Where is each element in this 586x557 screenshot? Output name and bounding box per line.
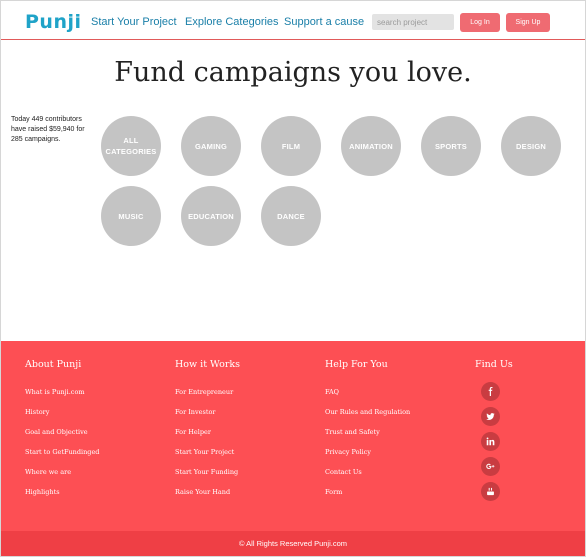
footer-link[interactable]: Contact Us: [325, 467, 410, 487]
category-label: EDUCATION: [188, 211, 234, 221]
logo[interactable]: Punji: [25, 11, 82, 33]
category-education[interactable]: EDUCATION: [181, 186, 241, 246]
category-label: GAMING: [194, 141, 228, 151]
twitter-icon[interactable]: [481, 407, 500, 426]
search-input[interactable]: [372, 14, 454, 30]
category-label: MUSIC: [118, 211, 144, 221]
category-animation[interactable]: ANIMATION: [341, 116, 401, 176]
footer-link[interactable]: FAQ: [325, 387, 410, 407]
footer-link[interactable]: For Investor: [175, 407, 240, 427]
category-label: DANCE: [277, 211, 305, 221]
category-design[interactable]: DESIGN: [501, 116, 561, 176]
category-gaming[interactable]: GAMING: [181, 116, 241, 176]
page: Punji Start Your Project Explore Categor…: [0, 0, 586, 557]
category-music[interactable]: MUSIC: [101, 186, 161, 246]
copyright-bar: © All Rights Reserved Punji.com: [1, 531, 585, 556]
category-all[interactable]: ALL CATEGORIES: [101, 116, 161, 176]
footer-heading: Find Us: [475, 359, 513, 370]
footer-link[interactable]: Raise Your Hand: [175, 487, 240, 507]
login-button[interactable]: Log In: [460, 13, 500, 32]
footer-help: Help For You FAQ Our Rules and Regulatio…: [325, 359, 410, 507]
footer-link[interactable]: For Helper: [175, 427, 240, 447]
footer-about: About Punji What is Punji.com History Go…: [25, 359, 99, 507]
signup-button[interactable]: Sign Up: [506, 13, 550, 32]
footer-how: How it Works For Entrepreneur For Invest…: [175, 359, 240, 507]
category-label: DESIGN: [516, 141, 546, 151]
nav-explore-categories[interactable]: Explore Categories: [185, 16, 279, 28]
footer-link[interactable]: Start to GetFundinged: [25, 447, 99, 467]
footer-link[interactable]: Start Your Project: [175, 447, 240, 467]
footer-link[interactable]: For Entrepreneur: [175, 387, 240, 407]
category-label: ALL CATEGORIES: [105, 136, 157, 156]
footer-link[interactable]: Trust and Safety: [325, 427, 410, 447]
footer-link[interactable]: History: [25, 407, 99, 427]
linkedin-icon[interactable]: [481, 432, 500, 451]
nav-start-project[interactable]: Start Your Project: [91, 16, 177, 28]
category-dance[interactable]: DANCE: [261, 186, 321, 246]
category-label: ANIMATION: [349, 141, 393, 151]
youtube-icon[interactable]: [481, 482, 500, 501]
footer-link[interactable]: What is Punji.com: [25, 387, 99, 407]
footer-link[interactable]: Our Rules and Regulation: [325, 407, 410, 427]
footer-link[interactable]: Start Your Funding: [175, 467, 240, 487]
footer-link[interactable]: Form: [325, 487, 410, 507]
footer-link[interactable]: Highlights: [25, 487, 99, 507]
footer: About Punji What is Punji.com History Go…: [1, 341, 585, 531]
footer-heading: How it Works: [175, 359, 241, 370]
facebook-icon[interactable]: [481, 382, 500, 401]
page-title: Fund campaigns you love.: [114, 57, 472, 88]
stats-text: Today 449 contributors have raised $59,9…: [11, 116, 85, 143]
footer-heading: About Punji: [25, 359, 82, 370]
google-plus-icon[interactable]: [481, 457, 500, 476]
category-sports[interactable]: SPORTS: [421, 116, 481, 176]
nav-support-cause[interactable]: Support a cause: [284, 16, 364, 28]
category-label: FILM: [281, 141, 301, 151]
category-film[interactable]: FILM: [261, 116, 321, 176]
footer-link[interactable]: Privacy Policy: [325, 447, 410, 467]
category-label: SPORTS: [434, 141, 468, 151]
footer-link[interactable]: Where we are: [25, 467, 99, 487]
footer-link[interactable]: Goal and Objective: [25, 427, 99, 447]
footer-heading: Help For You: [325, 359, 388, 370]
top-navbar: Punji Start Your Project Explore Categor…: [1, 1, 585, 40]
